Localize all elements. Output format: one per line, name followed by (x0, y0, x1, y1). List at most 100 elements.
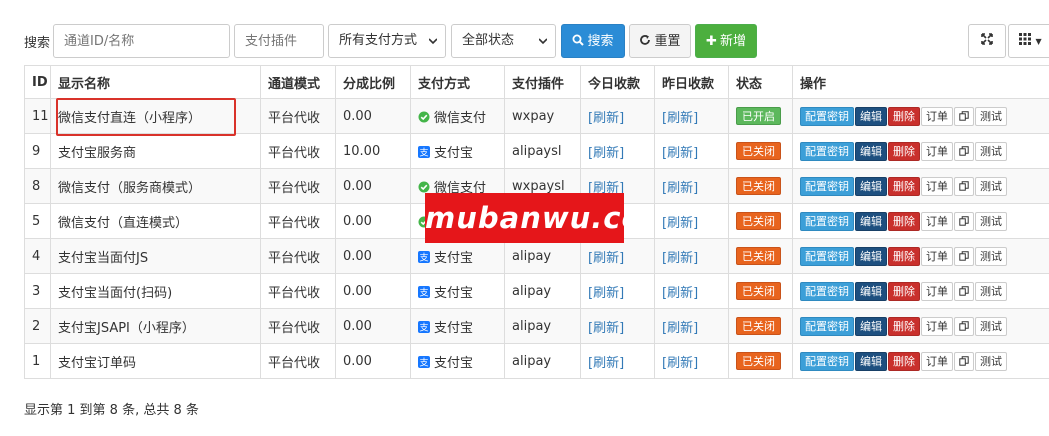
cell-yesterday: [刷新] (654, 98, 729, 134)
add-button[interactable]: ✚ 新增 (695, 24, 757, 58)
delete-button[interactable]: 删除 (888, 211, 920, 231)
status-toggle-button[interactable]: 已开启 (736, 107, 781, 125)
edit-button[interactable]: 编辑 (855, 141, 887, 161)
refresh-today-link[interactable]: [刷新] (588, 251, 624, 266)
refresh-today-link[interactable]: [刷新] (588, 356, 624, 371)
copy-button[interactable] (954, 176, 974, 196)
copy-icon (959, 180, 969, 191)
pay-type-label: 支付宝 (434, 355, 474, 371)
delete-button[interactable]: 删除 (888, 106, 920, 126)
channel-search-input[interactable] (53, 24, 230, 58)
status-select-value: 全部状态 (462, 33, 515, 48)
config-key-button[interactable]: 配置密钥 (800, 211, 854, 231)
orders-button[interactable]: 订单 (921, 176, 953, 196)
alipay-icon: 支 (418, 355, 430, 368)
edit-button[interactable]: 编辑 (855, 246, 887, 266)
test-button[interactable]: 测试 (975, 281, 1007, 301)
test-button[interactable]: 测试 (975, 246, 1007, 266)
edit-button[interactable]: 编辑 (855, 316, 887, 336)
config-key-button[interactable]: 配置密钥 (800, 246, 854, 266)
refresh-yesterday-link[interactable]: [刷新] (662, 111, 698, 126)
test-button[interactable]: 测试 (975, 176, 1007, 196)
copy-button[interactable] (954, 141, 974, 161)
copy-button[interactable] (954, 351, 974, 371)
refresh-yesterday-link[interactable]: [刷新] (662, 216, 698, 231)
copy-button[interactable] (954, 246, 974, 266)
delete-button[interactable]: 删除 (888, 141, 920, 161)
orders-button[interactable]: 订单 (921, 316, 953, 336)
delete-button[interactable]: 删除 (888, 246, 920, 266)
cell-actions: 配置密钥 编辑 删除 订单 测试 (792, 133, 1049, 169)
refresh-today-link[interactable]: [刷新] (588, 286, 624, 301)
test-button[interactable]: 测试 (975, 351, 1007, 371)
edit-button[interactable]: 编辑 (855, 211, 887, 231)
refresh-yesterday-link[interactable]: [刷新] (662, 181, 698, 196)
fullscreen-icon (981, 33, 993, 45)
config-key-button[interactable]: 配置密钥 (800, 281, 854, 301)
refresh-today-link[interactable]: [刷新] (588, 321, 624, 336)
orders-button[interactable]: 订单 (921, 281, 953, 301)
column-header: 显示名称 (50, 65, 261, 99)
pay-type-select[interactable]: 所有支付方式 (328, 24, 446, 58)
edit-button[interactable]: 编辑 (855, 351, 887, 371)
delete-button[interactable]: 删除 (888, 281, 920, 301)
status-toggle-button[interactable]: 已关闭 (736, 282, 781, 300)
orders-button[interactable]: 订单 (921, 106, 953, 126)
status-toggle-button[interactable]: 已关闭 (736, 142, 781, 160)
reset-button[interactable]: 重置 (629, 24, 691, 58)
status-toggle-button[interactable]: 已关闭 (736, 247, 781, 265)
search-button[interactable]: 搜索 (561, 24, 625, 58)
test-button[interactable]: 测试 (975, 316, 1007, 336)
copy-icon (959, 215, 969, 226)
cell-plugin: alipay (504, 308, 581, 344)
edit-button[interactable]: 编辑 (855, 281, 887, 301)
refresh-yesterday-link[interactable]: [刷新] (662, 286, 698, 301)
test-button[interactable]: 测试 (975, 211, 1007, 231)
status-toggle-button[interactable]: 已关闭 (736, 352, 781, 370)
config-key-button[interactable]: 配置密钥 (800, 141, 854, 161)
refresh-yesterday-link[interactable]: [刷新] (662, 146, 698, 161)
cell-mode: 平台代收 (260, 203, 336, 239)
cell-yesterday: [刷新] (654, 133, 729, 169)
delete-button[interactable]: 删除 (888, 176, 920, 196)
test-button[interactable]: 测试 (975, 141, 1007, 161)
copy-button[interactable] (954, 281, 974, 301)
cell-name: 微信支付（服务商模式） (50, 168, 261, 204)
delete-button[interactable]: 删除 (888, 316, 920, 336)
pay-type-label: 支付宝 (434, 145, 474, 161)
columns-toggle-button[interactable]: ▼ (1008, 24, 1049, 58)
test-button[interactable]: 测试 (975, 106, 1007, 126)
cell-today: [刷新] (580, 343, 655, 379)
status-select[interactable]: 全部状态 (451, 24, 556, 58)
cell-plugin: alipay (504, 273, 581, 309)
refresh-today-link[interactable]: [刷新] (588, 111, 624, 126)
edit-button[interactable]: 编辑 (855, 106, 887, 126)
copy-button[interactable] (954, 211, 974, 231)
orders-button[interactable]: 订单 (921, 351, 953, 371)
delete-button[interactable]: 删除 (888, 351, 920, 371)
config-key-button[interactable]: 配置密钥 (800, 106, 854, 126)
cell-actions: 配置密钥 编辑 删除 订单 测试 (792, 343, 1049, 379)
config-key-button[interactable]: 配置密钥 (800, 176, 854, 196)
edit-button[interactable]: 编辑 (855, 176, 887, 196)
cell-pay-type: 支支付宝 (410, 273, 505, 309)
fullscreen-button[interactable] (968, 24, 1006, 58)
orders-button[interactable]: 订单 (921, 211, 953, 231)
refresh-yesterday-link[interactable]: [刷新] (662, 321, 698, 336)
refresh-today-link[interactable]: [刷新] (588, 146, 624, 161)
cell-plugin: alipaysl (504, 133, 581, 169)
config-key-button[interactable]: 配置密钥 (800, 351, 854, 371)
refresh-yesterday-link[interactable]: [刷新] (662, 356, 698, 371)
refresh-yesterday-link[interactable]: [刷新] (662, 251, 698, 266)
cell-yesterday: [刷新] (654, 343, 729, 379)
config-key-button[interactable]: 配置密钥 (800, 316, 854, 336)
status-toggle-button[interactable]: 已关闭 (736, 177, 781, 195)
copy-button[interactable] (954, 316, 974, 336)
status-toggle-button[interactable]: 已关闭 (736, 317, 781, 335)
svg-text:支: 支 (419, 356, 428, 368)
orders-button[interactable]: 订单 (921, 246, 953, 266)
orders-button[interactable]: 订单 (921, 141, 953, 161)
plugin-search-input[interactable] (234, 24, 324, 58)
copy-button[interactable] (954, 106, 974, 126)
status-toggle-button[interactable]: 已关闭 (736, 212, 781, 230)
